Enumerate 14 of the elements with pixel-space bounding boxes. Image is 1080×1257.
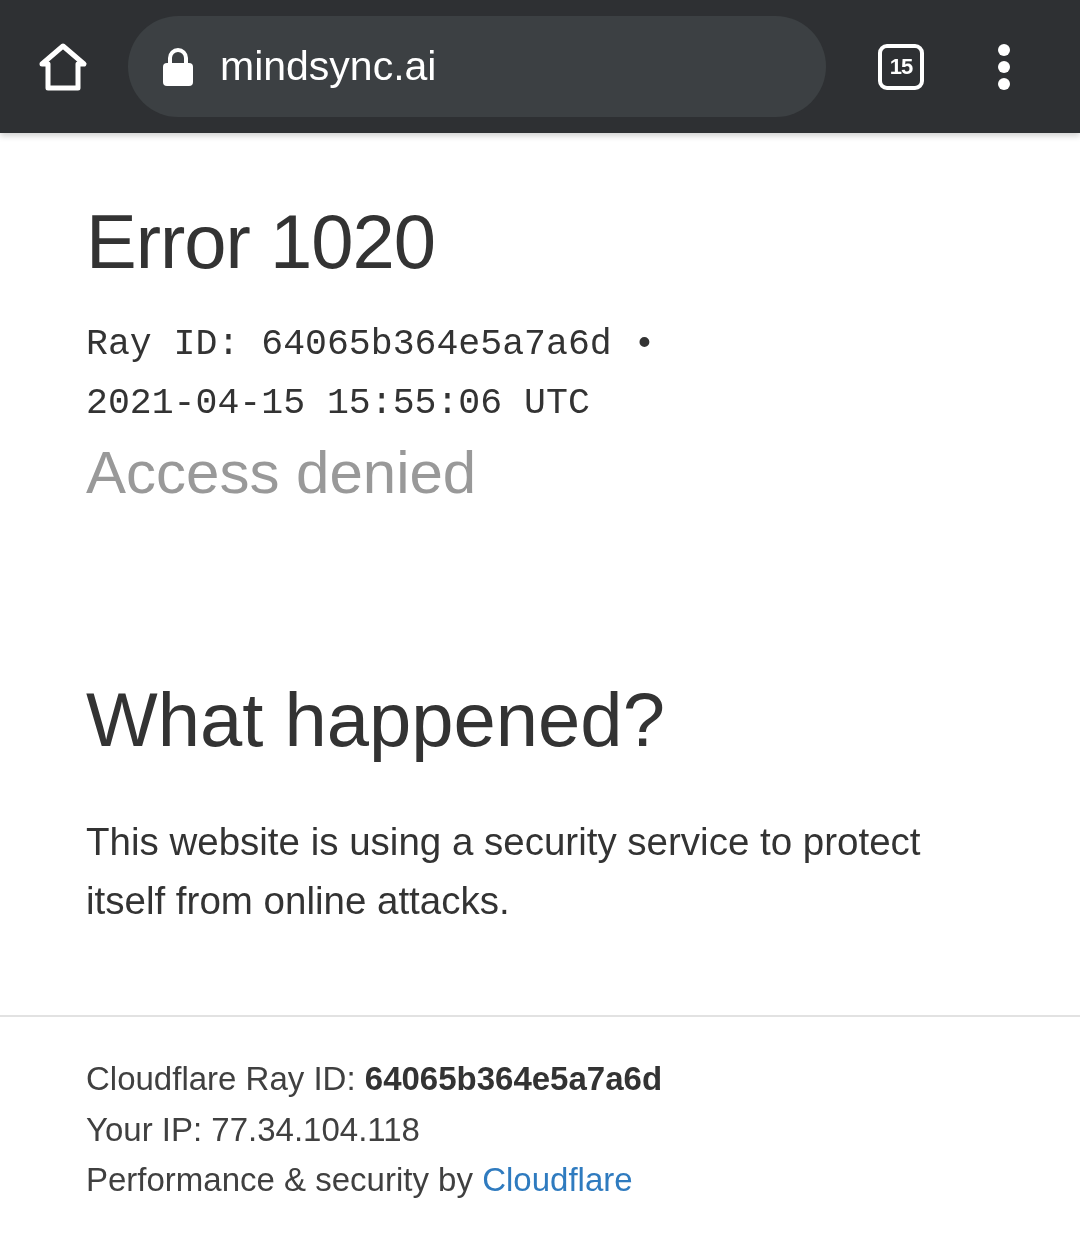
footer-credit-text: Performance & security by Cloudflare	[86, 1160, 634, 1200]
error-title: Error 1020	[86, 198, 437, 286]
address-bar[interactable]: mindsync.ai	[128, 16, 826, 117]
footer-text: Your IP: 77.34.104.118	[86, 1109, 421, 1150]
section-text: This website is using a security service to protect itself from online attacks.	[86, 819, 922, 924]
cloudflare-link[interactable]: Cloudflare	[482, 1161, 633, 1198]
footer-text: Cloudflare Ray ID: 64065b364e5a7a6d	[86, 1059, 664, 1099]
tab-switcher-button[interactable]: 15	[878, 43, 924, 90]
section-heading: What happened?	[86, 676, 666, 764]
error-subtitle: Access denied	[86, 438, 478, 508]
home-icon[interactable]	[38, 41, 88, 92]
lock-icon	[163, 47, 193, 86]
url-text: mindsync.ai	[220, 46, 437, 87]
ray-id-text: Ray ID: 64065b364e5a7a6d • 2021-04-15 15:55:06 UTC	[86, 323, 657, 426]
